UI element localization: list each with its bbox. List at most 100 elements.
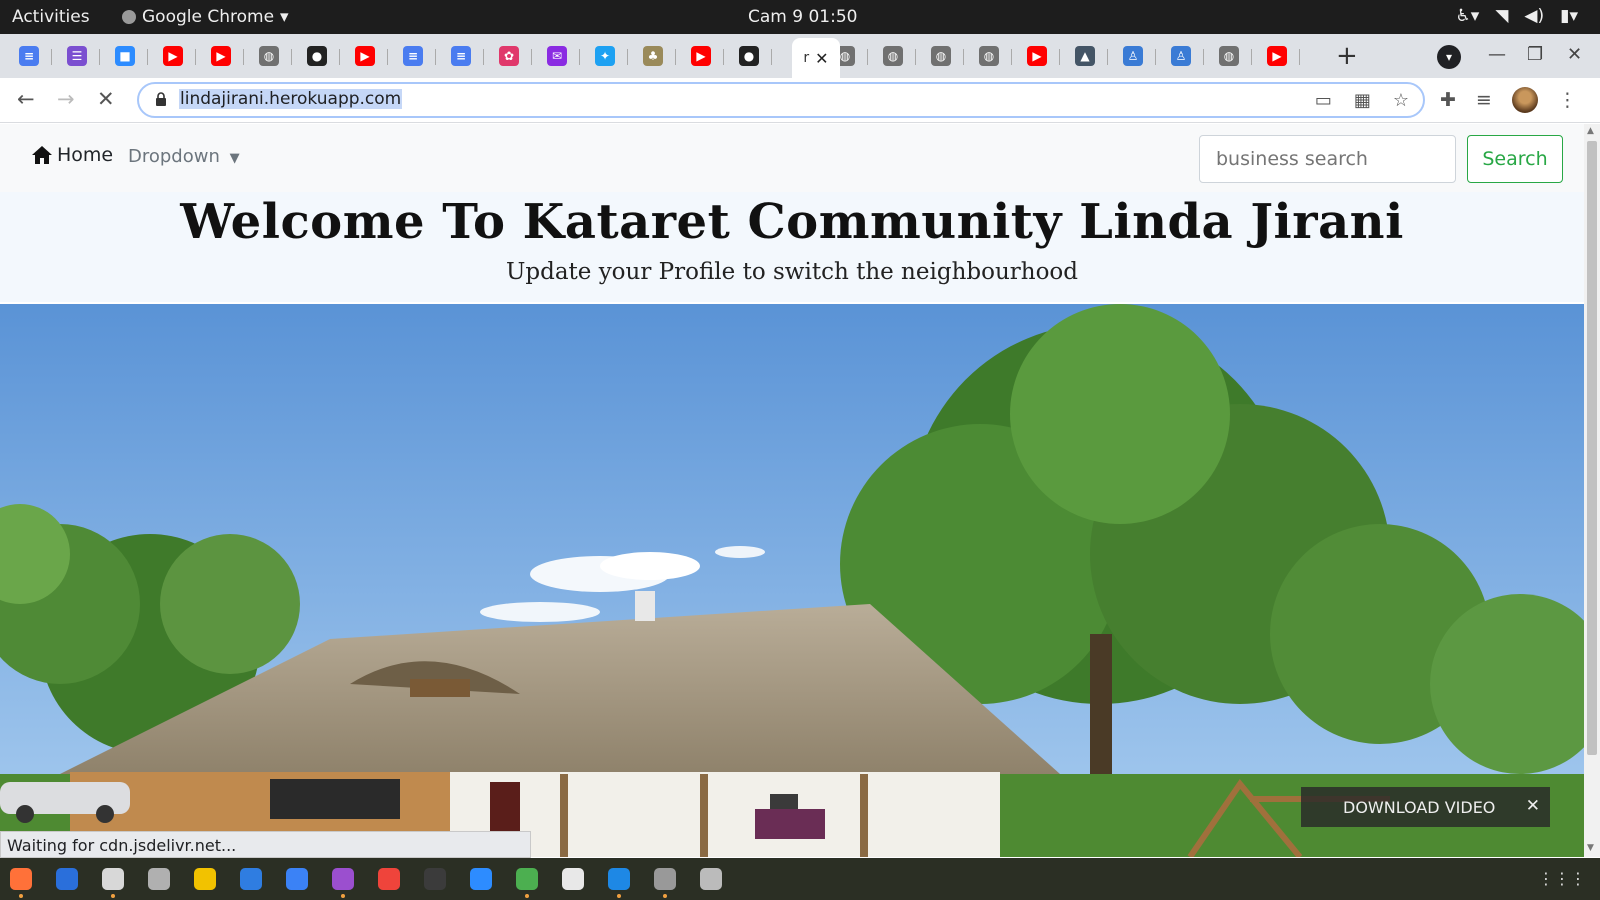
accessibility-icon[interactable]: ♿▾ (1456, 6, 1480, 26)
youtube-icon: ▶ (691, 46, 711, 66)
tab-docs[interactable]: ≡ (390, 41, 436, 71)
docs-icon: ≡ (403, 46, 423, 66)
close-tab-icon[interactable]: ✕ (815, 49, 828, 68)
tab-youtube[interactable]: ▶ (1014, 41, 1060, 71)
scroll-down-arrow-icon[interactable]: ▼ (1587, 843, 1594, 853)
help-icon[interactable] (286, 868, 308, 890)
tab-globe[interactable]: ◍ (1206, 41, 1252, 71)
url-text[interactable]: lindajirani.herokuapp.com (179, 89, 403, 109)
media-control-icon[interactable]: ≡ (1476, 89, 1492, 111)
anydesk-icon[interactable] (378, 868, 400, 890)
youtube-icon: ▶ (163, 46, 183, 66)
globe-icon: ◍ (979, 46, 999, 66)
chevron-down-icon: ▾ (280, 7, 289, 27)
document-viewer-icon[interactable] (562, 868, 584, 890)
tab-youtube[interactable]: ▶ (1254, 41, 1300, 71)
firefox-icon[interactable] (10, 868, 32, 898)
vertical-scrollbar[interactable]: ▲ ▼ (1584, 124, 1600, 857)
tab-globe[interactable]: ◍ (918, 41, 964, 71)
clock[interactable]: Cam 9 01:50 (748, 7, 857, 27)
screenshot-icon[interactable] (148, 868, 170, 890)
tab-youtube[interactable]: ▶ (342, 41, 388, 71)
tab-forms[interactable]: ☰ (54, 41, 100, 71)
tab-buddha[interactable]: ♙ (1110, 41, 1156, 71)
close-overlay-icon[interactable]: ✕ (1526, 796, 1540, 816)
bookmark-star-icon[interactable]: ☆ (1393, 90, 1409, 111)
rhythmbox-icon[interactable] (194, 868, 216, 890)
forward-icon[interactable]: → (57, 87, 75, 111)
app-name: Google Chrome (142, 7, 275, 27)
home-link[interactable]: Home (31, 144, 113, 166)
thunderbird-icon[interactable] (56, 868, 78, 890)
globe-icon: ◍ (1219, 46, 1239, 66)
tab-twitter[interactable]: ✦ (582, 41, 628, 71)
tab-youtube[interactable]: ▶ (678, 41, 724, 71)
tab-active[interactable]: r ✕ (792, 38, 840, 78)
back-icon[interactable]: ← (17, 87, 35, 111)
scroll-up-arrow-icon[interactable]: ▲ (1587, 126, 1594, 136)
tab-buddha[interactable]: ♙ (1158, 41, 1204, 71)
files-icon[interactable] (102, 868, 124, 898)
usb-drive-icon[interactable] (654, 868, 676, 898)
dock: ⋮⋮⋮ (0, 858, 1600, 900)
tab-zoom[interactable]: ■ (102, 41, 148, 71)
menu-kebab-icon[interactable]: ⋮ (1558, 89, 1577, 111)
tab-docs[interactable]: ≡ (438, 41, 484, 71)
scrollbar-thumb[interactable] (1587, 141, 1597, 755)
activities-button[interactable]: Activities (12, 7, 90, 27)
home-label: Home (57, 144, 114, 166)
youtube-icon: ▶ (1027, 46, 1047, 66)
status-bubble: Waiting for cdn.jsdelivr.net... (0, 831, 531, 858)
docs-icon: ≡ (451, 46, 471, 66)
cast-icon[interactable]: ▭ (1315, 90, 1332, 111)
docs-icon: ≡ (19, 46, 39, 66)
tab-mail[interactable]: ✉ (534, 41, 580, 71)
tab-openai[interactable]: ✿ (486, 41, 532, 71)
tab-github[interactable]: ● (294, 41, 340, 71)
maximize-icon[interactable]: ❐ (1527, 44, 1543, 65)
tab-plant[interactable]: ♣ (630, 41, 676, 71)
search-button[interactable]: Search (1467, 135, 1563, 183)
tab-github[interactable]: ● (726, 41, 772, 71)
vscode-icon[interactable] (608, 868, 630, 898)
graduation-cap-icon: ▲ (1075, 46, 1095, 66)
minimize-icon[interactable]: — (1488, 44, 1506, 65)
zoom-icon[interactable] (470, 868, 492, 890)
youtube-icon: ▶ (211, 46, 231, 66)
terminal-icon[interactable] (424, 868, 446, 890)
tab-globe[interactable]: ◍ (246, 41, 292, 71)
tab-globe[interactable]: ◍ (966, 41, 1012, 71)
active-tab-title: r (803, 50, 810, 66)
tab-youtube[interactable]: ▶ (198, 41, 244, 71)
download-video-label[interactable]: DOWNLOAD VIDEO (1343, 798, 1495, 817)
chrome-icon[interactable] (516, 868, 538, 898)
usb-drive-icon[interactable] (700, 868, 722, 890)
mail-icon: ✉ (547, 46, 567, 66)
app-menu[interactable]: Google Chrome ▾ (122, 7, 289, 27)
tab-graduation-cap[interactable]: ▲ (1062, 41, 1108, 71)
openai-icon: ✿ (499, 46, 519, 66)
tab-search-button[interactable]: ▾ (1437, 45, 1461, 69)
videos-icon[interactable] (332, 868, 354, 898)
buddha-icon: ♙ (1171, 46, 1191, 66)
profile-avatar[interactable] (1511, 87, 1538, 113)
download-video-overlay[interactable]: DOWNLOAD VIDEO ✕ (1301, 787, 1550, 827)
system-tray[interactable]: ♿▾ ◥ ◀) ▮▾ (1456, 6, 1578, 26)
extensions-icon[interactable]: ✚ (1440, 89, 1456, 111)
dropdown-label: Dropdown (128, 146, 220, 167)
stop-loading-icon[interactable]: ✕ (97, 87, 115, 111)
close-window-icon[interactable]: ✕ (1567, 44, 1582, 65)
page-subtitle: Update your Profile to switch the neighb… (505, 259, 1078, 285)
address-bar[interactable]: lindajirani.herokuapp.com ▭ ▦ ☆ (137, 82, 1425, 118)
new-tab-button[interactable]: + (1336, 43, 1358, 69)
business-search-input[interactable] (1199, 135, 1456, 183)
youtube-icon: ▶ (355, 46, 375, 66)
github-icon: ● (739, 46, 759, 66)
qr-code-icon[interactable]: ▦ (1354, 90, 1371, 111)
tab-docs[interactable]: ≡ (6, 41, 52, 71)
tab-globe[interactable]: ◍ (870, 41, 916, 71)
dropdown-toggle[interactable]: Dropdown ▼ (128, 146, 240, 167)
writer-icon[interactable] (240, 868, 262, 890)
tab-youtube[interactable]: ▶ (150, 41, 196, 71)
show-apps-grid-icon[interactable]: ⋮⋮⋮ (1538, 869, 1586, 888)
